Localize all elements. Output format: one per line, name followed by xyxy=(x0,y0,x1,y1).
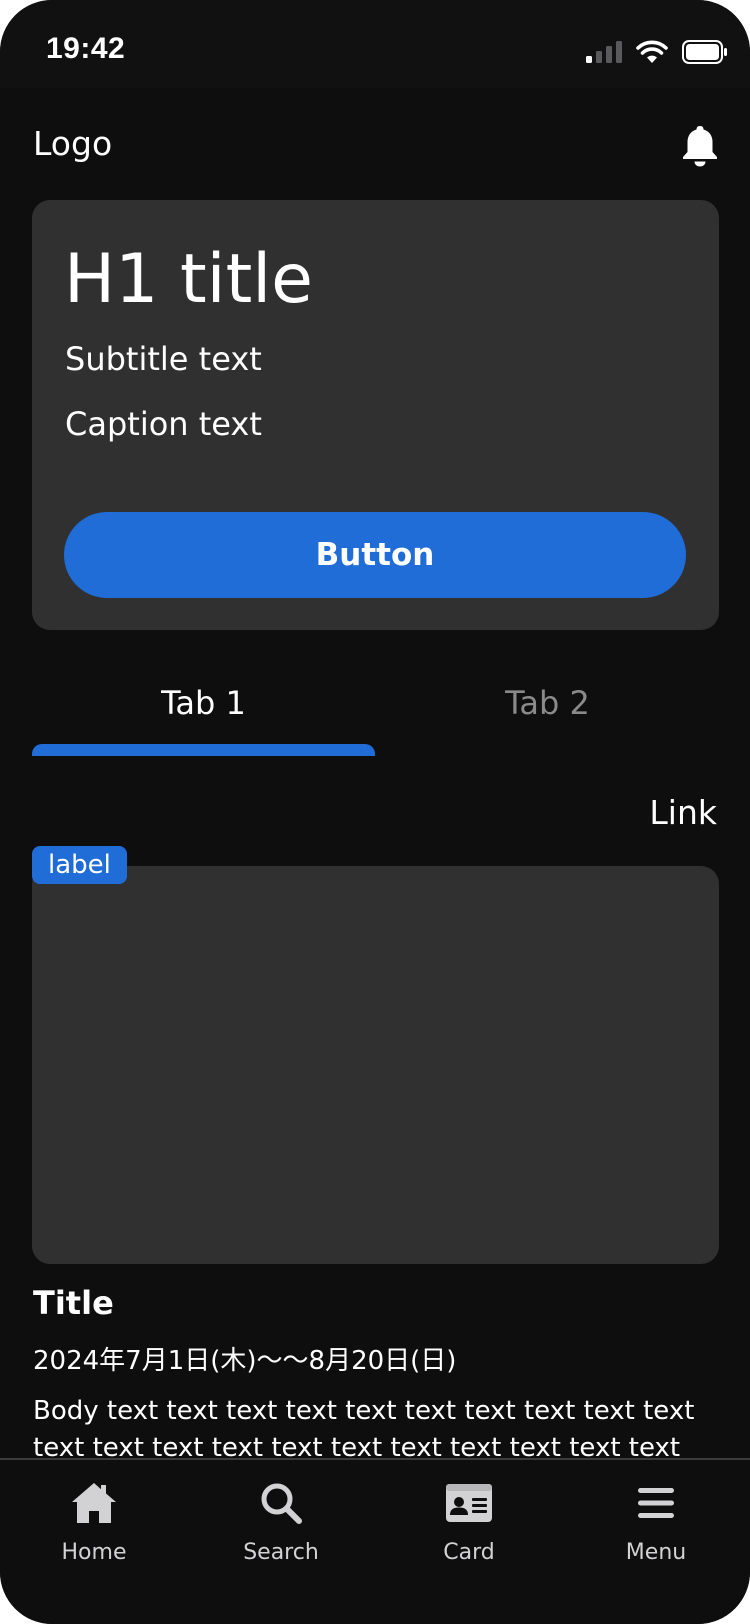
tab-1[interactable]: Tab 1 xyxy=(32,650,375,756)
nav-home[interactable]: Home xyxy=(0,1478,188,1565)
status-time: 19:42 xyxy=(46,32,126,65)
hero-title: H1 title xyxy=(64,240,313,319)
status-bar: 19:42 xyxy=(0,0,750,88)
wifi-icon xyxy=(636,40,668,63)
content-date: 2024年7月1日(木)〜〜8月20日(日) xyxy=(33,1346,457,1376)
id-card-icon xyxy=(444,1478,494,1528)
label-badge: label xyxy=(32,846,127,884)
menu-icon xyxy=(631,1478,681,1528)
content-image-placeholder[interactable] xyxy=(32,866,719,1264)
tab-bar: Tab 1 Tab 2 xyxy=(32,650,719,756)
app-screen: 19:42 Logo H1 title Subtitle text Captio… xyxy=(0,0,750,1624)
nav-search[interactable]: Search xyxy=(187,1478,375,1565)
primary-button[interactable]: Button xyxy=(64,512,686,598)
content-title[interactable]: Title xyxy=(33,1284,114,1322)
hero-caption: Caption text xyxy=(65,405,262,443)
battery-icon xyxy=(682,40,727,64)
hero-subtitle: Subtitle text xyxy=(65,340,262,378)
active-tab-indicator xyxy=(32,744,375,756)
nav-home-label: Home xyxy=(61,1540,127,1565)
tab-2[interactable]: Tab 2 xyxy=(376,650,719,756)
home-icon xyxy=(69,1478,119,1528)
search-icon xyxy=(256,1478,306,1528)
nav-menu[interactable]: Menu xyxy=(562,1478,750,1565)
nav-card[interactable]: Card xyxy=(375,1478,563,1565)
hero-card: H1 title Subtitle text Caption text Butt… xyxy=(32,200,719,630)
bell-icon[interactable] xyxy=(680,124,720,168)
link[interactable]: Link xyxy=(649,793,717,832)
content-body: Body text text text text text text text … xyxy=(33,1396,695,1463)
cellular-signal-icon xyxy=(586,41,622,63)
nav-search-label: Search xyxy=(243,1540,319,1565)
status-icons xyxy=(586,40,728,64)
nav-menu-label: Menu xyxy=(625,1540,687,1565)
nav-card-label: Card xyxy=(443,1540,495,1565)
bottom-nav: Home Search Card Menu xyxy=(0,1458,750,1624)
logo[interactable]: Logo xyxy=(33,124,112,163)
